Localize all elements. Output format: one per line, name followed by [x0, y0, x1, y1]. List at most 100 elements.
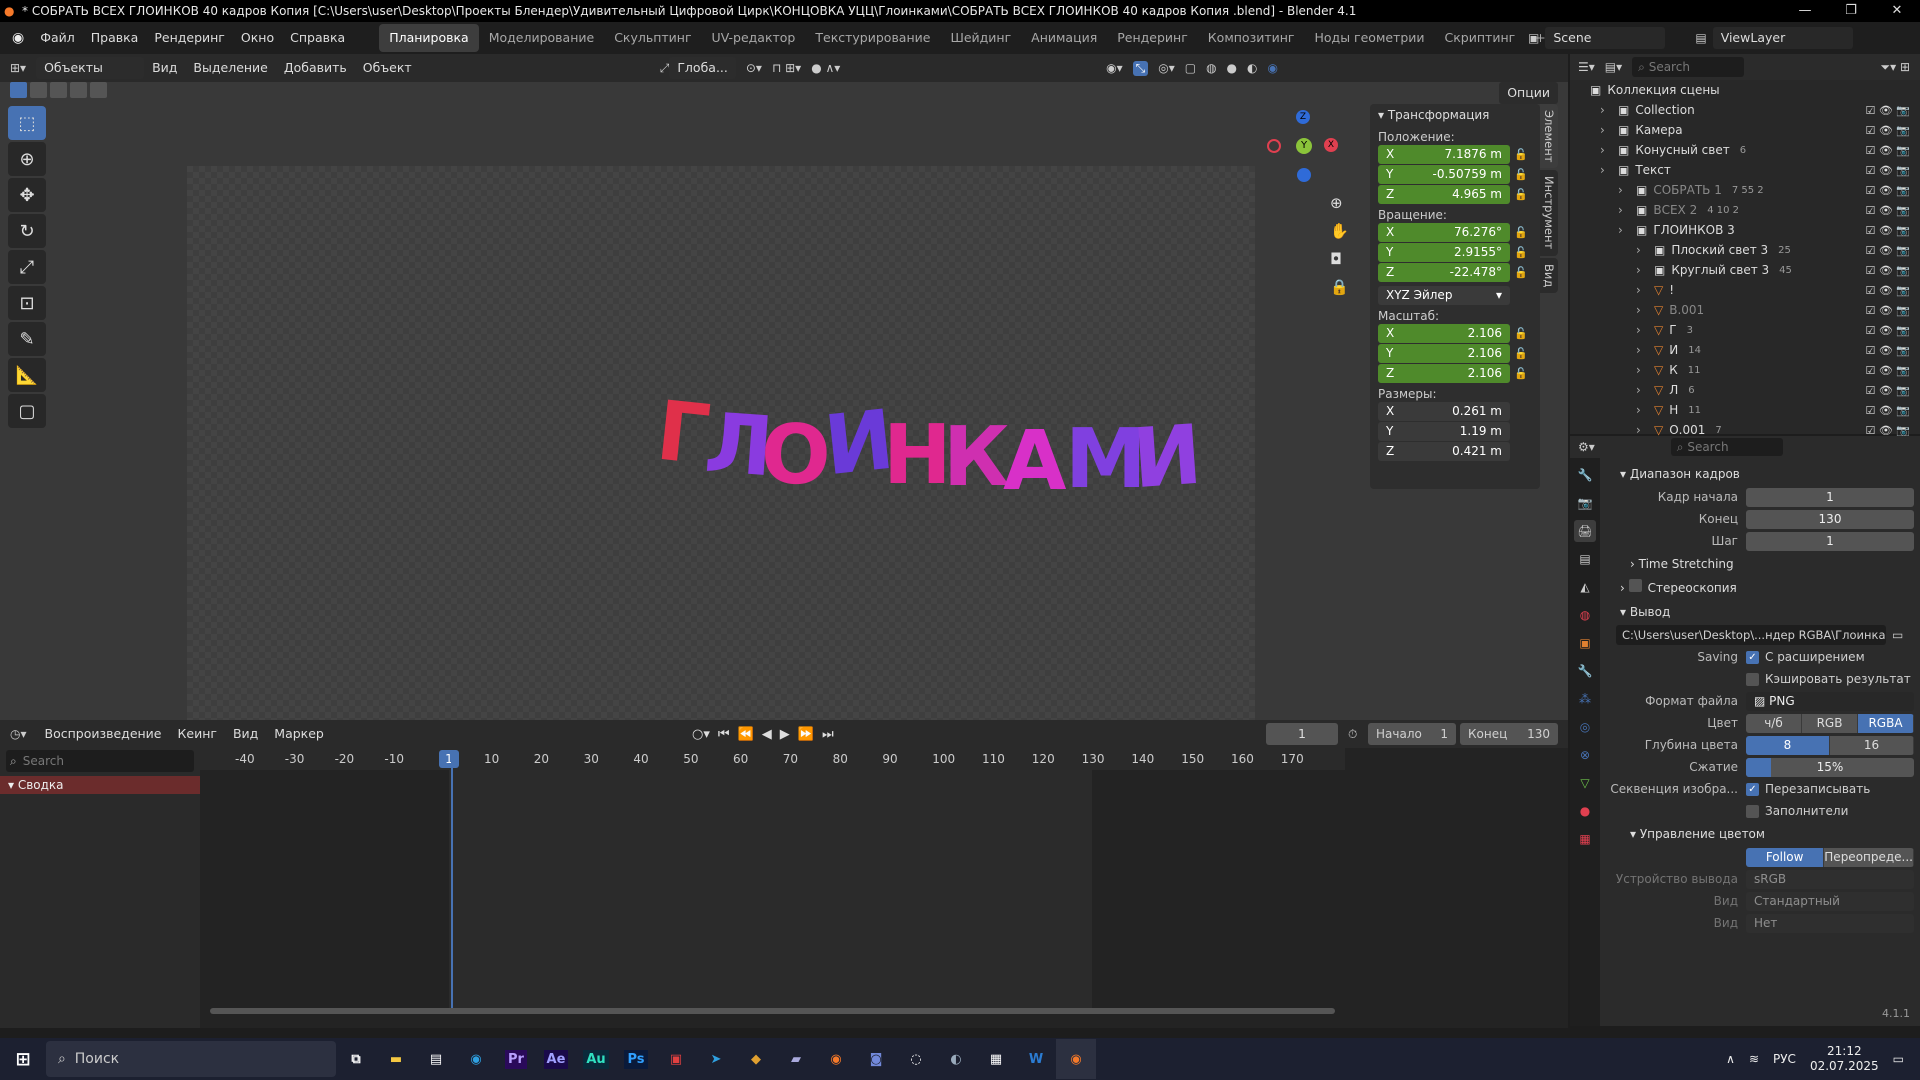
- with-extension-checkbox[interactable]: ✓: [1746, 650, 1759, 664]
- lock-icon[interactable]: 🔓: [1510, 145, 1532, 164]
- depth-8-option[interactable]: 8: [1746, 735, 1830, 755]
- jump-start-icon[interactable]: ⏮: [718, 727, 730, 742]
- select-new-icon[interactable]: [10, 82, 27, 98]
- visibility-toggles[interactable]: ☑ 👁 📷: [1865, 424, 1910, 437]
- timeline-search[interactable]: ⌕ Search: [6, 750, 194, 772]
- expand-chevron-icon[interactable]: ›: [1600, 123, 1612, 137]
- timeline-editor-icon[interactable]: ◷▾: [0, 727, 37, 741]
- xray-icon[interactable]: ▢: [1185, 61, 1196, 76]
- tab-uv[interactable]: UV-редактор: [702, 24, 806, 52]
- move-tool[interactable]: ✥: [8, 178, 46, 212]
- gizmo-z-icon[interactable]: Z: [1296, 110, 1310, 124]
- transform-tool[interactable]: ⊡: [8, 286, 46, 320]
- visibility-toggles[interactable]: ☑ 👁 📷: [1865, 404, 1910, 417]
- visibility-toggles[interactable]: ☑ 👁 📷: [1865, 284, 1910, 297]
- auto-key-icon[interactable]: ○▾: [692, 727, 710, 742]
- scene-icon[interactable]: ▣: [1528, 31, 1539, 45]
- visibility-toggles[interactable]: ☑ 👁 📷: [1865, 384, 1910, 397]
- expand-chevron-icon[interactable]: ›: [1636, 303, 1648, 317]
- clock[interactable]: 21:12 02.07.2025: [1810, 1044, 1879, 1074]
- mode-selector[interactable]: Объекты: [36, 57, 145, 79]
- shading-solid-icon[interactable]: ●: [1227, 61, 1237, 76]
- expand-chevron-icon[interactable]: ›: [1600, 163, 1612, 177]
- look-select[interactable]: Нет: [1746, 913, 1914, 933]
- tab-modeling[interactable]: Моделирование: [479, 24, 604, 52]
- add-cube-tool[interactable]: ▢: [8, 394, 46, 428]
- 3d-viewport[interactable]: Опции Г Л О И Н К А М И Z Y X ⊕ ✋ ◘ 🔒: [0, 82, 1568, 720]
- visibility-toggles[interactable]: ☑ 👁 📷: [1865, 204, 1910, 217]
- app-icon[interactable]: ◌: [896, 1039, 936, 1079]
- color-rgba-option[interactable]: RGBA: [1858, 713, 1914, 733]
- shading-wire-icon[interactable]: ◍: [1206, 61, 1216, 76]
- rotation-mode-select[interactable]: XYZ Эйлер ▾: [1378, 286, 1532, 305]
- view-transform-select[interactable]: Стандартный: [1746, 891, 1914, 911]
- edge-icon[interactable]: ◉: [456, 1039, 496, 1079]
- visibility-toggles[interactable]: ☑ 👁 📷: [1865, 304, 1910, 317]
- word-icon[interactable]: W: [1016, 1039, 1056, 1079]
- scale-z-row[interactable]: Z 2.106 🔓: [1378, 364, 1532, 383]
- color-rgb-option[interactable]: RGB: [1802, 713, 1858, 733]
- gizmo-toggle-icon[interactable]: ⤡: [1132, 60, 1149, 76]
- marker-menu[interactable]: Маркер: [266, 718, 332, 750]
- options-button[interactable]: Опции: [1499, 82, 1558, 104]
- visibility-toggles[interactable]: ☑ 👁 📷: [1865, 184, 1910, 197]
- outliner-row[interactable]: › ▽ Г 3 ☑ 👁 📷: [1570, 320, 1920, 340]
- overwrite-checkbox[interactable]: ✓: [1746, 782, 1759, 796]
- play-icon[interactable]: ▶: [780, 727, 790, 742]
- pan-hand-icon[interactable]: ✋: [1330, 222, 1349, 240]
- visibility-toggles[interactable]: ☑ 👁 📷: [1865, 264, 1910, 277]
- lock-icon[interactable]: 🔓: [1510, 364, 1532, 383]
- particles-props-icon[interactable]: ⁂: [1574, 688, 1596, 710]
- measure-tool[interactable]: 📐: [8, 358, 46, 392]
- menu-view[interactable]: Вид: [144, 52, 185, 84]
- annotate-tool[interactable]: ✎: [8, 322, 46, 356]
- menu-select[interactable]: Выделение: [185, 52, 275, 84]
- rotation-x-row[interactable]: X 76.276° 🔓: [1378, 223, 1532, 242]
- tab-view[interactable]: Вид: [1540, 257, 1558, 293]
- jump-end-icon[interactable]: ⏭: [822, 727, 834, 742]
- outliner-row[interactable]: › ▣ Камера ☑ 👁 📷: [1570, 120, 1920, 140]
- tab-shading[interactable]: Шейдинг: [940, 24, 1021, 52]
- color-bw-option[interactable]: ч/б: [1746, 713, 1802, 733]
- summary-channel[interactable]: ▾ Сводка: [0, 776, 200, 794]
- expand-chevron-icon[interactable]: ›: [1618, 183, 1630, 197]
- rotation-z-row[interactable]: Z -22.478° 🔓: [1378, 263, 1532, 282]
- explorer-icon[interactable]: ▬: [376, 1039, 416, 1079]
- frame-start-field[interactable]: 1: [1746, 487, 1914, 507]
- position-x-row[interactable]: X 7.1876 m 🔓: [1378, 145, 1532, 164]
- outliner-row[interactable]: › ▣ ГЛОИНКОВ 3 ☑ 👁 📷: [1570, 220, 1920, 240]
- select-subtract-icon[interactable]: [50, 82, 67, 98]
- expand-chevron-icon[interactable]: ›: [1636, 403, 1648, 417]
- display-device-select[interactable]: sRGB: [1746, 869, 1914, 889]
- position-z-row[interactable]: Z 4.965 m 🔓: [1378, 185, 1532, 204]
- menu-render[interactable]: Рендеринг: [146, 22, 233, 54]
- properties-search[interactable]: ⌕ Search: [1670, 438, 1783, 456]
- object-props-icon[interactable]: ▣: [1574, 632, 1596, 654]
- expand-chevron-icon[interactable]: ›: [1636, 383, 1648, 397]
- tab-tool[interactable]: Инструмент: [1540, 170, 1558, 256]
- tool-props-icon[interactable]: 🔧: [1574, 464, 1596, 486]
- lock-icon[interactable]: 🔓: [1510, 243, 1532, 262]
- app-icon[interactable]: ▰: [776, 1039, 816, 1079]
- rotation-y-row[interactable]: Y 2.9155° 🔓: [1378, 243, 1532, 262]
- play-reverse-icon[interactable]: ◀: [762, 727, 772, 742]
- outliner-search[interactable]: ⌕ Search: [1632, 57, 1745, 77]
- telegram-icon[interactable]: ➤: [696, 1039, 736, 1079]
- start-icon[interactable]: ⊞: [0, 1039, 46, 1079]
- visibility-toggles[interactable]: ☑ 👁 📷: [1865, 324, 1910, 337]
- keying-menu[interactable]: Кеинг: [170, 718, 225, 750]
- app-icon[interactable]: ▣: [656, 1039, 696, 1079]
- frame-range-section[interactable]: ▾ Диапазон кадров: [1606, 462, 1916, 486]
- outliner-row[interactable]: › ▽ Л 6 ☑ 👁 📷: [1570, 380, 1920, 400]
- gizmo-neg-z-icon[interactable]: [1297, 168, 1311, 182]
- close-button[interactable]: ✕: [1874, 0, 1920, 22]
- viewport-text-object[interactable]: Г Л О И Н К А М И: [652, 384, 1257, 526]
- outliner-row[interactable]: › ▣ Плоский свет 3 25 ☑ 👁 📷: [1570, 240, 1920, 260]
- lock-icon[interactable]: 🔓: [1510, 324, 1532, 343]
- steam-icon[interactable]: ◐: [936, 1039, 976, 1079]
- output-path-field[interactable]: C:\Users\user\Desktop\...ндер RGBA\Глоин…: [1616, 625, 1886, 645]
- constraints-props-icon[interactable]: ⊗: [1574, 744, 1596, 766]
- expand-chevron-icon[interactable]: ›: [1618, 203, 1630, 217]
- tab-texture[interactable]: Текстурирование: [805, 24, 940, 52]
- scale-y-row[interactable]: Y 2.106 🔓: [1378, 344, 1532, 363]
